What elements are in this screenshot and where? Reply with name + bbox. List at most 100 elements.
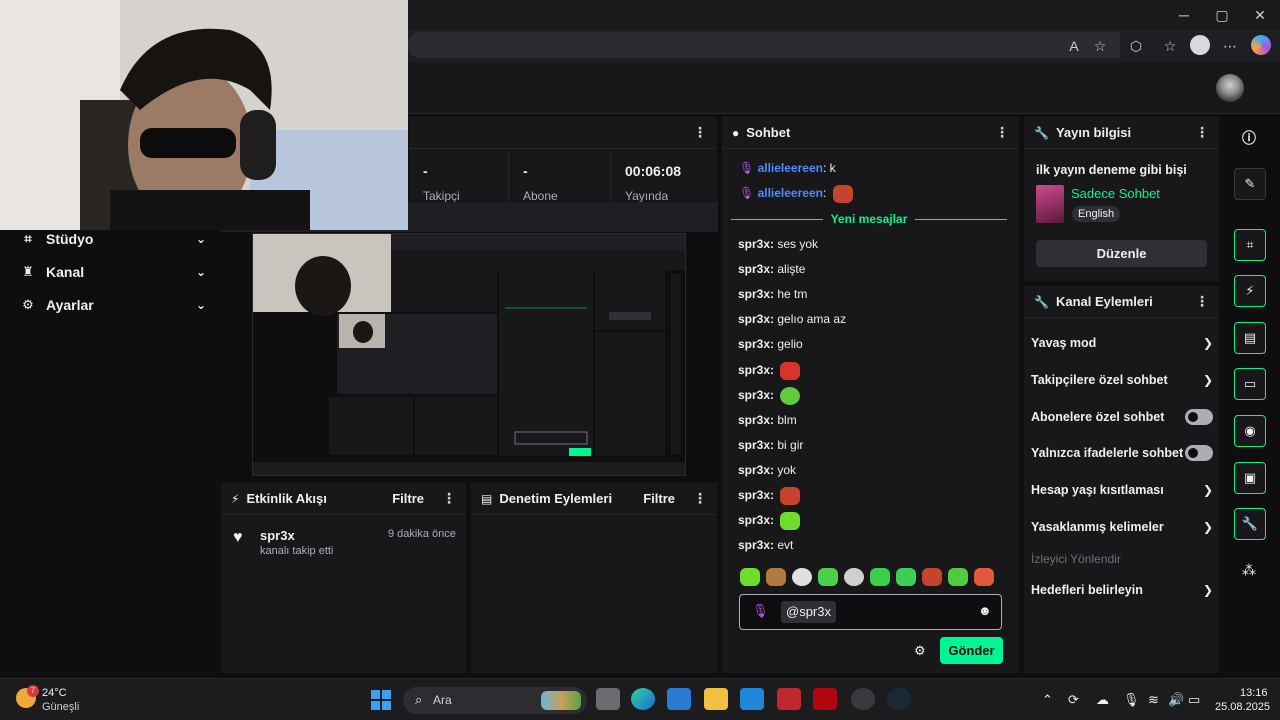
emote-icon[interactable]: [766, 568, 786, 586]
emote-icon[interactable]: [922, 568, 942, 586]
wifi-icon[interactable]: ≋: [1148, 692, 1159, 708]
user-avatar[interactable]: [1216, 74, 1244, 102]
sidebar-item-label: Kanal: [46, 264, 85, 280]
emote-icon[interactable]: [740, 568, 760, 586]
chat-username[interactable]: spr3x:: [738, 388, 774, 402]
more-options-icon[interactable]: ⋮: [1195, 124, 1209, 141]
favorites-icon[interactable]: ☆: [1160, 36, 1180, 56]
emote-icon[interactable]: [844, 568, 864, 586]
pencil-icon[interactable]: ✎: [1234, 168, 1266, 200]
more-menu-icon[interactable]: ⋯: [1220, 36, 1240, 56]
event-action: kanalı takip etti: [260, 545, 334, 557]
address-bar[interactable]: [408, 32, 1120, 58]
more-options-icon[interactable]: ⋮: [693, 490, 707, 507]
extensions-icon[interactable]: ⁂: [1242, 562, 1256, 579]
copilot-icon[interactable]: [1251, 35, 1271, 55]
notes-icon[interactable]: ▤: [1234, 322, 1266, 354]
emote-icon[interactable]: [974, 568, 994, 586]
banned-words-row[interactable]: Yasaklanmış kelimeler ❯: [1031, 517, 1213, 537]
more-options-icon[interactable]: ⋮: [1195, 293, 1209, 310]
app-icon[interactable]: [740, 688, 764, 710]
wrench-icon[interactable]: 🔧: [1234, 508, 1266, 540]
filter-button[interactable]: Filtre: [392, 491, 424, 506]
emote-icon[interactable]: [792, 568, 812, 586]
mcafee-icon[interactable]: [777, 688, 801, 710]
language-tag[interactable]: English: [1072, 206, 1121, 222]
chat-username[interactable]: spr3x:: [738, 538, 774, 552]
chat-username[interactable]: allieleereen: [758, 186, 823, 200]
tray-chevron-icon[interactable]: ⌃: [1042, 692, 1053, 708]
broadcast-icon[interactable]: ◉: [1234, 415, 1266, 447]
chat-bubble-icon[interactable]: ▭: [1234, 368, 1266, 400]
subscribers-only-toggle[interactable]: [1185, 409, 1213, 425]
chat-username[interactable]: spr3x:: [738, 312, 774, 326]
slow-mode-row[interactable]: Yavaş mod ❯: [1031, 333, 1213, 353]
maximize-button[interactable]: ▢: [1212, 6, 1232, 24]
emote-icon[interactable]: [896, 568, 916, 586]
emote-icon[interactable]: [870, 568, 890, 586]
chat-username[interactable]: spr3x:: [738, 363, 774, 377]
chat-username[interactable]: spr3x:: [738, 413, 774, 427]
more-options-icon[interactable]: ⋮: [442, 490, 456, 507]
chat-input[interactable]: 🎙 @spr3x ☻: [739, 594, 1002, 630]
battery-icon[interactable]: ▭: [1188, 692, 1200, 708]
volume-icon[interactable]: 🔊: [1168, 692, 1184, 708]
chat-username[interactable]: spr3x:: [738, 513, 774, 527]
emote-icon[interactable]: [948, 568, 968, 586]
favorite-star-icon[interactable]: ☆: [1090, 36, 1110, 56]
netflix-icon[interactable]: [813, 688, 837, 710]
sidebar-item-settings[interactable]: ⚙ Ayarlar ⌄: [20, 293, 206, 317]
extensions-icon[interactable]: ⬡: [1126, 36, 1146, 56]
chat-username[interactable]: spr3x:: [738, 438, 774, 452]
close-window-button[interactable]: ✕: [1250, 6, 1270, 24]
sidebar-item-channel[interactable]: ♜ Kanal ⌄: [20, 260, 206, 284]
clock-time[interactable]: 13:16: [1240, 687, 1268, 699]
chat-settings-gear-icon[interactable]: ⚙: [914, 643, 926, 659]
taskbar-search[interactable]: ⌕ Ara: [403, 687, 587, 714]
clip-icon[interactable]: ⌗: [1234, 229, 1266, 261]
chat-username[interactable]: spr3x:: [738, 488, 774, 502]
video-icon[interactable]: ▣: [1234, 462, 1266, 494]
set-goals-row[interactable]: Hedefleri belirleyin ❯: [1031, 580, 1213, 600]
read-aloud-icon[interactable]: A: [1064, 36, 1084, 56]
more-options-icon[interactable]: ⋮: [995, 124, 1009, 141]
cloud-icon[interactable]: ☁: [1096, 692, 1109, 708]
lightning-icon[interactable]: ⚡: [1234, 275, 1266, 307]
microphone-icon[interactable]: 🎙: [1123, 692, 1140, 708]
obs-icon[interactable]: [851, 688, 875, 710]
chat-message: spr3x: blm: [738, 410, 1008, 430]
edge-icon[interactable]: [631, 688, 655, 710]
filter-button[interactable]: Filtre: [643, 491, 675, 506]
stream-preview[interactable]: [252, 233, 686, 476]
browser-profile-icon[interactable]: [1190, 35, 1210, 55]
chat-text: ses yok: [777, 237, 819, 251]
more-options-icon[interactable]: ⋮: [693, 124, 707, 141]
chat-username[interactable]: spr3x:: [738, 237, 774, 251]
mod-actions-panel: ▤ Denetim Eylemleri Filtre ⋮: [470, 482, 718, 674]
category-link[interactable]: Sadece Sohbet: [1071, 186, 1160, 201]
store-icon[interactable]: [667, 688, 691, 710]
mic-badge-icon[interactable]: 🎙: [752, 603, 769, 619]
account-age-row[interactable]: Hesap yaşı kısıtlaması ❯: [1031, 480, 1213, 500]
emote-icon[interactable]: [818, 568, 838, 586]
chat-username[interactable]: spr3x:: [738, 463, 774, 477]
info-icon[interactable]: ⓘ: [1242, 128, 1256, 148]
chat-username[interactable]: spr3x:: [738, 262, 774, 276]
followers-only-row[interactable]: Takipçilere özel sohbet ❯: [1031, 370, 1213, 390]
chat-username[interactable]: spr3x:: [738, 337, 774, 351]
minimize-button[interactable]: ─: [1174, 6, 1194, 24]
steam-icon[interactable]: [887, 688, 911, 710]
edit-button[interactable]: Düzenle: [1036, 240, 1207, 267]
file-explorer-icon[interactable]: [704, 688, 728, 710]
send-button[interactable]: Gönder: [940, 637, 1003, 664]
event-username[interactable]: spr3x: [260, 528, 295, 543]
chat-username[interactable]: allieleereen: [758, 161, 823, 175]
emote-picker-icon[interactable]: ☻: [978, 603, 992, 618]
windows-start-icon[interactable]: [371, 690, 391, 710]
chat-username[interactable]: spr3x:: [738, 287, 774, 301]
task-view-icon[interactable]: [596, 688, 620, 710]
emote-only-toggle[interactable]: [1185, 445, 1213, 461]
clock-date[interactable]: 25.08.2025: [1215, 701, 1270, 713]
sidebar-item-studio[interactable]: ⌗ Stüdyo ⌄: [20, 227, 206, 251]
sync-icon[interactable]: ⟳: [1068, 692, 1079, 708]
